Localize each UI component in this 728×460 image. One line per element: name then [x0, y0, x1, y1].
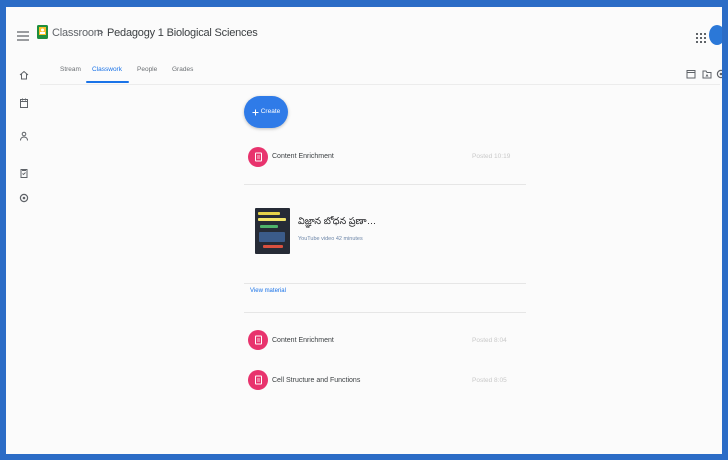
item-divider	[244, 312, 526, 313]
breadcrumb-separator: >	[97, 27, 104, 39]
app-name-link[interactable]: Classroom	[52, 26, 103, 40]
menu-icon[interactable]	[17, 28, 29, 46]
view-material-link[interactable]: View material	[250, 287, 286, 295]
material-icon	[248, 147, 268, 167]
tab-classwork[interactable]: Classwork	[92, 66, 122, 74]
material-title-link[interactable]: విజ్ఞాన బోధన ప్రణాళి...	[298, 216, 380, 228]
calendar-icon[interactable]	[19, 95, 29, 108]
item-title[interactable]: Content Enrichment	[272, 336, 334, 345]
material-icon	[248, 330, 268, 350]
google-calendar-icon[interactable]	[686, 66, 696, 79]
material-icon	[248, 370, 268, 390]
create-button[interactable]: Create	[244, 96, 288, 128]
plus-icon	[252, 103, 259, 121]
item-title[interactable]: Cell Structure and Functions	[272, 376, 360, 385]
todo-icon[interactable]	[19, 165, 29, 178]
classroom-logo-icon[interactable]	[37, 25, 48, 44]
class-settings-icon[interactable]	[716, 66, 726, 79]
active-tab-indicator	[86, 81, 129, 83]
tab-bar-divider	[40, 84, 720, 85]
account-avatar[interactable]	[709, 25, 725, 45]
class-name-title[interactable]: Pedagogy 1 Biological Sciences	[107, 26, 258, 40]
material-subtitle: YouTube video 42 minutes	[298, 236, 363, 242]
item-title[interactable]: Content Enrichment	[272, 152, 334, 161]
apps-grid-icon[interactable]	[696, 30, 706, 48]
tab-people[interactable]: People	[137, 66, 157, 74]
video-thumbnail[interactable]	[255, 208, 290, 254]
tab-grades[interactable]: Grades	[172, 66, 193, 74]
home-icon[interactable]	[19, 67, 29, 80]
settings-icon[interactable]	[19, 190, 29, 203]
item-posted-time: Posted 8:05	[472, 377, 507, 384]
classroom-window: Classroom > Pedagogy 1 Biological Scienc…	[0, 0, 728, 460]
create-button-label: Create	[260, 108, 281, 115]
item-divider	[244, 184, 526, 185]
people-icon[interactable]	[19, 128, 29, 141]
item-posted-time: Posted 10:19	[472, 153, 511, 160]
tab-stream[interactable]: Stream	[60, 66, 81, 74]
material-divider	[244, 283, 526, 284]
item-posted-time: Posted 8:04	[472, 337, 507, 344]
drive-folder-icon[interactable]	[702, 66, 712, 79]
